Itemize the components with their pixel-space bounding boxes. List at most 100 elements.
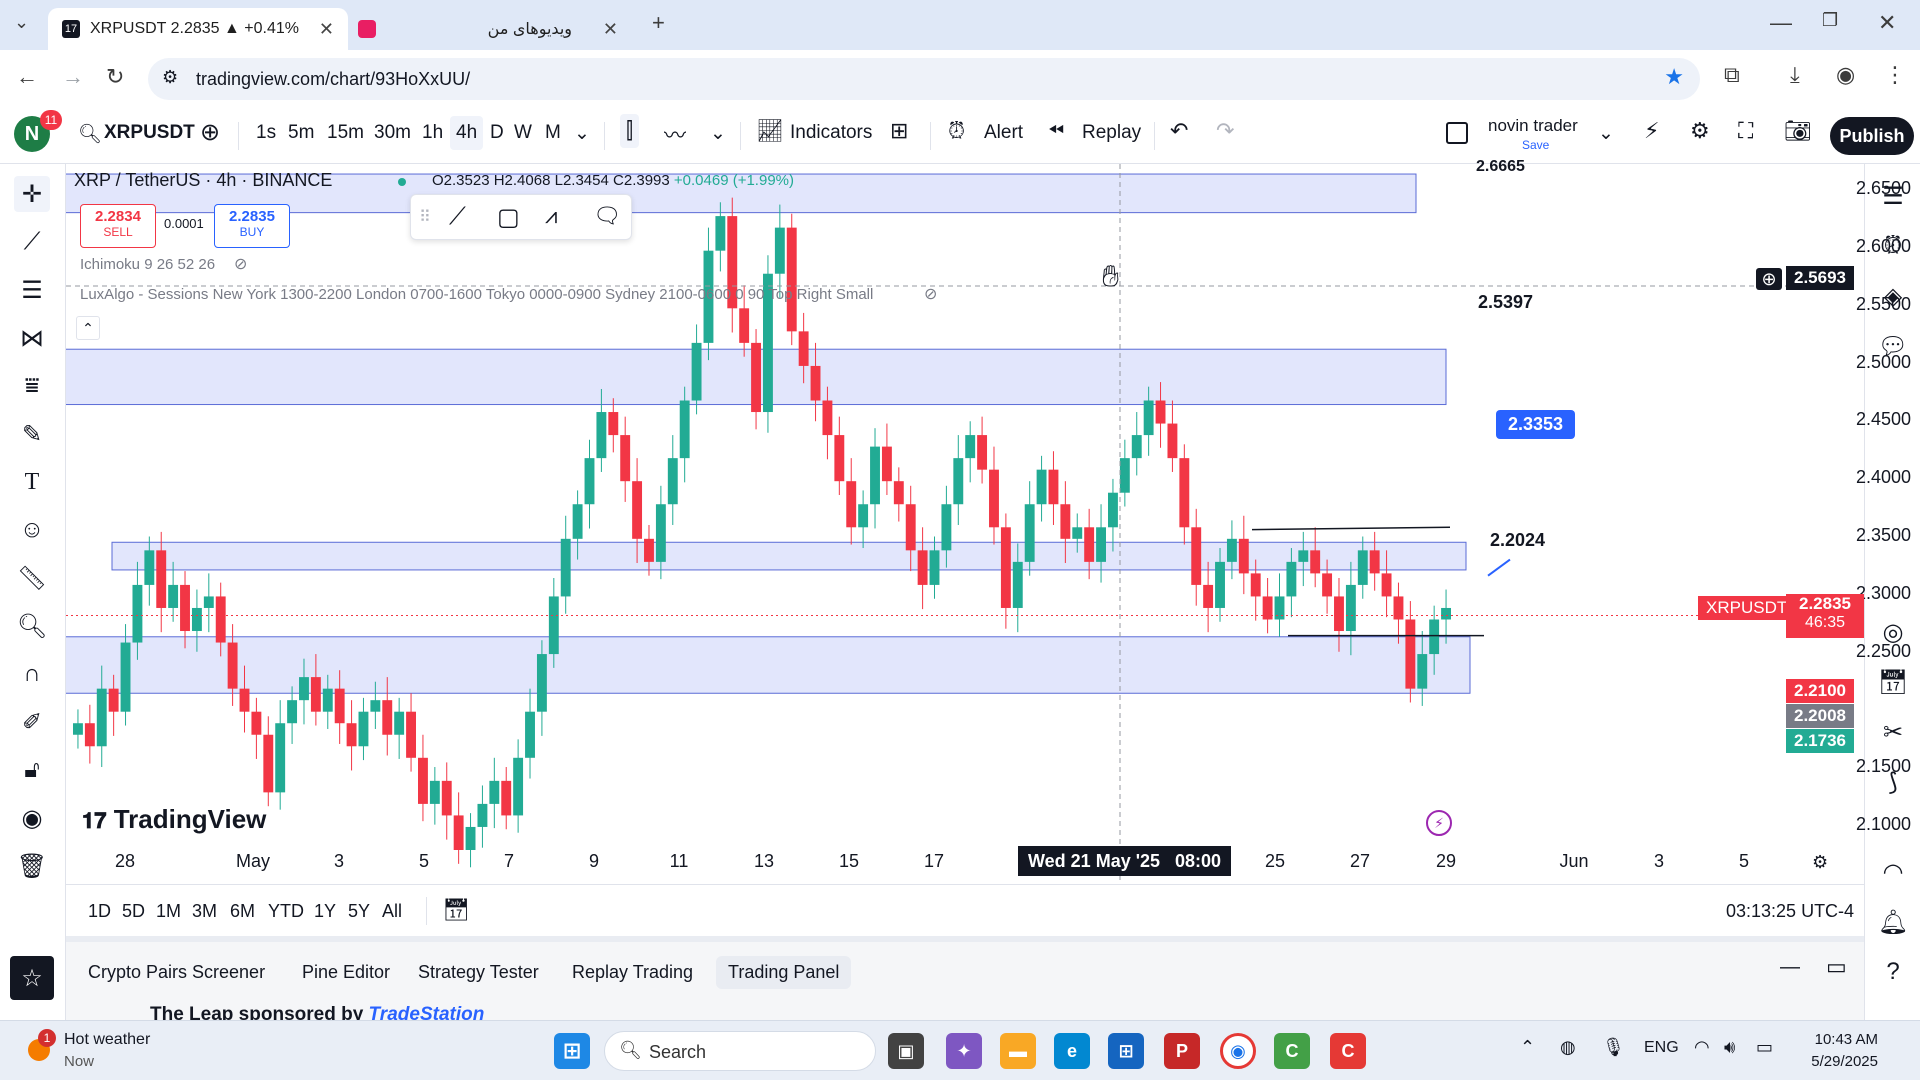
app-red-icon[interactable]: C	[1330, 1033, 1366, 1069]
candles-chart-type-icon[interactable]: ⫿	[620, 114, 640, 148]
restore-icon[interactable]: ❐	[1822, 10, 1838, 31]
timeframe-5m[interactable]: 5m	[288, 122, 314, 144]
back-icon[interactable]: ←	[16, 64, 38, 90]
replay-button[interactable]: Replay	[1082, 122, 1141, 144]
microphone-icon[interactable]: 🎙︎	[1602, 1037, 1625, 1058]
compare-add-icon[interactable]: ⊕	[200, 118, 220, 147]
fullscreen-icon[interactable]: ⛶	[1738, 118, 1753, 144]
buy-button[interactable]: 2.2835 BUY	[214, 204, 290, 248]
tab-search-icon[interactable]: ⌄	[14, 12, 29, 33]
app-p-icon[interactable]: P	[1164, 1033, 1200, 1069]
line-chart-type-icon[interactable]: 〰	[664, 118, 686, 150]
indicator-luxalgo-label[interactable]: LuxAlgo - Sessions New York 1300-2200 Lo…	[80, 286, 873, 303]
reload-icon[interactable]: ↻	[106, 64, 124, 90]
favorites-star-icon[interactable]: ☆	[10, 956, 54, 1000]
tab-close-icon[interactable]: ✕	[319, 19, 334, 40]
ruler-tool-icon[interactable]: 📏︎	[14, 560, 50, 596]
chart-type-dropdown-icon[interactable]: ⌄	[710, 122, 726, 145]
text-tool-icon[interactable]: T	[14, 464, 50, 500]
range-1d[interactable]: 1D	[88, 901, 111, 922]
quick-search-icon[interactable]: ⚡︎	[1644, 118, 1659, 144]
notifications-bell-icon[interactable]: 🔔︎	[1875, 904, 1911, 940]
indicator-ichimoku-label[interactable]: Ichimoku 9 26 52 26	[80, 256, 215, 273]
add-alert-plus-icon[interactable]: ⊕	[1756, 268, 1782, 290]
alert-button[interactable]: Alert	[984, 122, 1023, 144]
lock-drawings-icon[interactable]: 🔓︎	[14, 752, 50, 788]
range-1m[interactable]: 1M	[156, 901, 181, 922]
sell-button[interactable]: 2.2834 SELL	[80, 204, 156, 248]
utc-clock[interactable]: 03:13:25 UTC-4	[1726, 901, 1854, 922]
language-indicator[interactable]: ENG	[1644, 1039, 1679, 1057]
calendar-icon[interactable]: 📅︎	[1875, 664, 1911, 700]
windows-start-icon[interactable]: ⊞	[554, 1033, 590, 1069]
maximize-panel-icon[interactable]: ▭	[1826, 954, 1847, 980]
range-5d[interactable]: 5D	[122, 901, 145, 922]
ideas-icon[interactable]: ✂	[1875, 714, 1911, 750]
timeframe-4h[interactable]: 4h	[450, 116, 484, 150]
help-icon[interactable]: ?	[1875, 954, 1911, 990]
magnet-tool-icon[interactable]: ∩	[14, 656, 50, 692]
chart-pane[interactable]: XRP / TetherUS · 4h · BINANCE O2.3523 H2…	[66, 158, 1911, 884]
range-all[interactable]: All	[382, 901, 402, 922]
download-icon[interactable]: ⤓	[1790, 62, 1800, 88]
close-window-icon[interactable]: ✕	[1878, 10, 1896, 36]
tab-crypto-screener[interactable]: Crypto Pairs Screener	[76, 956, 277, 989]
wave-tool-icon[interactable]: ⩘	[545, 203, 557, 229]
trash-icon[interactable]: 🗑︎	[14, 848, 50, 884]
extensions-icon[interactable]: ⧉	[1724, 62, 1740, 88]
network-globe-icon[interactable]: ◍	[1560, 1037, 1576, 1058]
tab-pine-editor[interactable]: Pine Editor	[290, 956, 402, 989]
bookmark-star-icon[interactable]: ★	[1664, 64, 1684, 90]
snapshot-camera-icon[interactable]: 📷︎	[1784, 118, 1812, 144]
timeframe-30m[interactable]: 30m	[374, 122, 411, 144]
callout-tool-icon[interactable]: 🗨︎	[593, 203, 621, 229]
range-5y[interactable]: 5Y	[348, 901, 370, 922]
range-ytd[interactable]: YTD	[268, 901, 304, 922]
tab-videos[interactable]: ویدیوهای من ✕	[352, 8, 632, 50]
store-icon[interactable]: ⊞	[1108, 1033, 1144, 1069]
settings-gear-icon[interactable]: ⚙	[1690, 118, 1710, 144]
timeframe-15m[interactable]: 15m	[327, 122, 364, 144]
publish-button[interactable]: Publish	[1830, 117, 1914, 155]
timeframe-1h[interactable]: 1h	[422, 122, 443, 144]
range-1y[interactable]: 1Y	[314, 901, 336, 922]
url-bar[interactable]: ⚙ tradingview.com/chart/93HoXxUU/ ★	[148, 58, 1700, 100]
pattern-tool-icon[interactable]: ⋈	[14, 320, 50, 356]
lightning-event-icon[interactable]: ⚡︎	[1426, 810, 1452, 836]
indicators-button[interactable]: Indicators	[790, 122, 872, 144]
minimize-panel-icon[interactable]: —	[1780, 956, 1800, 979]
zoom-in-tool-icon[interactable]: 🔍︎	[14, 608, 50, 644]
taskbar-time[interactable]: 10:43 AM	[1798, 1031, 1878, 1048]
stay-drawing-icon[interactable]: ✐	[14, 704, 50, 740]
wifi-icon[interactable]: ◠	[1694, 1037, 1710, 1058]
edge-icon[interactable]: e	[1054, 1033, 1090, 1069]
path-tool-icon[interactable]: ⟋	[449, 203, 466, 231]
range-6m[interactable]: 6M	[230, 901, 255, 922]
new-tab-button[interactable]: +	[652, 10, 665, 36]
app-green-icon[interactable]: C	[1274, 1033, 1310, 1069]
taskbar-date[interactable]: 5/29/2025	[1798, 1053, 1878, 1070]
legend-title[interactable]: XRP / TetherUS · 4h · BINANCE	[74, 170, 332, 191]
rectangle-tool-icon[interactable]: ▢	[497, 203, 520, 232]
brush-tool-icon[interactable]: ✎	[14, 416, 50, 452]
goto-date-icon[interactable]: 📅︎	[442, 897, 470, 923]
tradingview-logo[interactable]: 𝟏𝟕 TradingView	[82, 804, 266, 835]
timeframe-m[interactable]: M	[545, 122, 561, 144]
crosshair-tool-icon[interactable]: ✛	[14, 176, 50, 212]
symbol-search-icon[interactable]: 🔍︎	[78, 122, 102, 146]
tab-strategy-tester[interactable]: Strategy Tester	[406, 956, 551, 989]
redo-icon[interactable]: ↷	[1216, 118, 1234, 144]
tab-replay-trading[interactable]: Replay Trading	[560, 956, 705, 989]
alert-clock-icon[interactable]: ⏰︎	[948, 118, 965, 144]
hide-eye-icon[interactable]: ⊘	[234, 254, 247, 274]
minimize-icon[interactable]: —	[1770, 10, 1792, 36]
drag-handle-icon[interactable]: ⠿	[419, 207, 431, 227]
timeframe-w[interactable]: W	[514, 122, 532, 144]
timeframe-1s[interactable]: 1s	[256, 122, 276, 144]
symbol-search-button[interactable]: XRPUSDT	[104, 122, 195, 144]
weather-title[interactable]: Hot weather	[64, 1031, 150, 1049]
volume-icon[interactable]: 🔊︎	[1724, 1037, 1735, 1058]
undo-icon[interactable]: ↶	[1170, 118, 1188, 144]
layout-name[interactable]: novin trader	[1488, 116, 1578, 136]
tab-trading-panel[interactable]: Trading Panel	[716, 956, 852, 989]
